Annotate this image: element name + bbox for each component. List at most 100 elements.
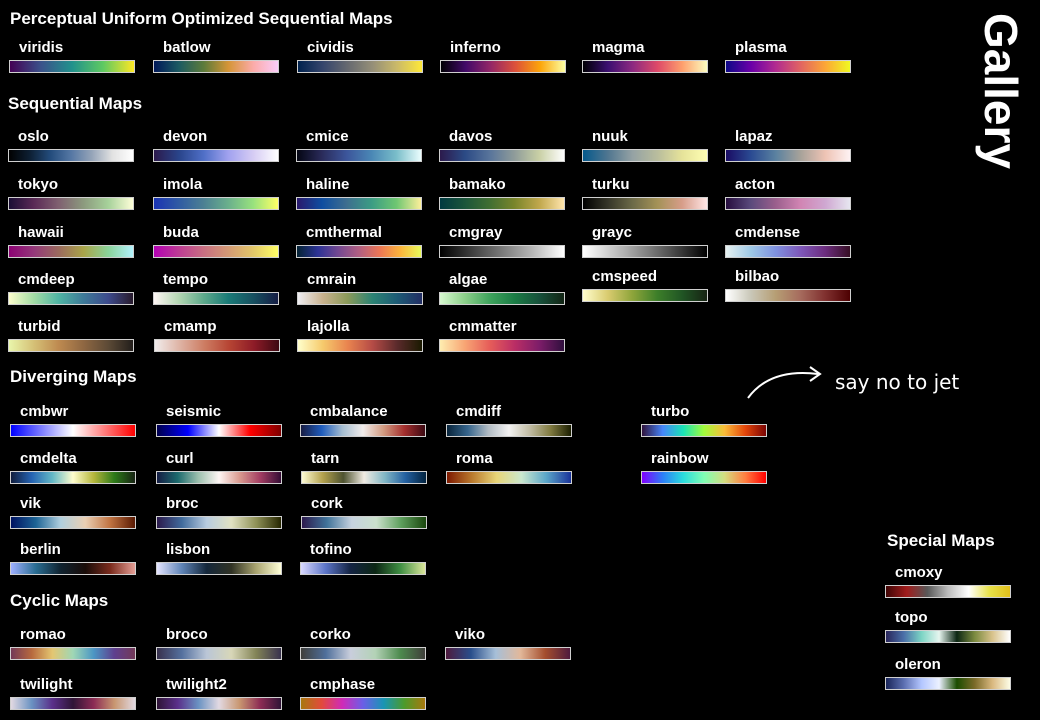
colormap-bar [297, 292, 423, 305]
colormap-cividis: cividis [297, 39, 423, 73]
curved-arrow-icon [747, 366, 822, 399]
colormap-label: cmbwr [20, 403, 69, 420]
colormap-cmdense: cmdense [725, 224, 851, 258]
colormap-bar [296, 197, 422, 210]
colormap-label: imola [163, 176, 203, 193]
colormap-bar [8, 149, 134, 162]
colormap-label: viridis [19, 39, 64, 56]
colormap-bar [439, 149, 565, 162]
colormap-cmice: cmice [296, 128, 422, 162]
colormap-label: tofino [310, 541, 352, 558]
colormap-bar [439, 292, 565, 305]
section-title-diverging: Diverging Maps [10, 367, 137, 386]
colormap-bar [439, 245, 565, 258]
colormap-turku: turku [582, 176, 708, 210]
colormap-cork: cork [301, 495, 427, 529]
colormap-lajolla: lajolla [297, 318, 423, 352]
colormap-oslo: oslo [8, 128, 134, 162]
colormap-label: topo [895, 609, 928, 626]
colormap-bar [885, 585, 1011, 598]
colormap-bamako: bamako [439, 176, 565, 210]
colormap-bar [156, 562, 282, 575]
colormap-bar [439, 339, 565, 352]
colormap-seismic: seismic [156, 403, 282, 437]
colormap-label: haline [306, 176, 350, 193]
annotation-text: say no to jet [835, 370, 960, 394]
colormap-bar [153, 292, 279, 305]
colormap-bar [582, 149, 708, 162]
colormap-broco: broco [156, 626, 282, 660]
colormap-bar [156, 424, 282, 437]
colormap-bar [582, 60, 708, 73]
colormap-label: inferno [450, 39, 501, 56]
colormap-label: cmthermal [306, 224, 382, 241]
colormap-bar [641, 424, 767, 437]
colormap-twilight2: twilight2 [156, 676, 282, 710]
colormap-tofino: tofino [300, 541, 426, 575]
colormap-viridis: viridis [9, 39, 135, 73]
colormap-bar [296, 149, 422, 162]
colormap-oleron: oleron [885, 656, 1011, 690]
colormap-cmrain: cmrain [297, 271, 423, 305]
colormap-bar [8, 197, 134, 210]
colormap-bar [156, 647, 282, 660]
colormap-label: viko [455, 626, 486, 643]
colormap-label: cmspeed [592, 268, 658, 285]
colormap-grayc: grayc [582, 224, 708, 258]
colormap-bar [10, 516, 136, 529]
colormap-label: grayc [592, 224, 633, 241]
colormap-bar [296, 245, 422, 258]
colormap-label: cmdense [735, 224, 801, 241]
colormap-buda: buda [153, 224, 279, 258]
colormap-bar [8, 292, 134, 305]
colormap-tokyo: tokyo [8, 176, 134, 210]
colormap-bar [156, 697, 282, 710]
colormap-bar [725, 60, 851, 73]
colormap-vik: vik [10, 495, 136, 529]
colormap-bar [439, 197, 565, 210]
colormap-cmdeep: cmdeep [8, 271, 134, 305]
colormap-bar [725, 245, 851, 258]
colormap-bar [446, 471, 572, 484]
colormap-cmthermal: cmthermal [296, 224, 422, 258]
colormap-label: cmdelta [20, 450, 77, 467]
colormap-label: tokyo [18, 176, 59, 193]
colormap-bar [725, 197, 851, 210]
colormap-label: nuuk [592, 128, 628, 145]
colormap-rainbow: rainbow [641, 450, 767, 484]
colormap-lapaz: lapaz [725, 128, 851, 162]
colormap-bar [445, 647, 571, 660]
colormap-bar [153, 197, 279, 210]
colormap-label: cmphase [310, 676, 376, 693]
colormap-cmdelta: cmdelta [10, 450, 136, 484]
colormap-bar [10, 562, 136, 575]
colormap-label: cmdeep [18, 271, 75, 288]
colormap-bar [8, 245, 134, 258]
colormap-label: batlow [163, 39, 211, 56]
colormap-topo: topo [885, 609, 1011, 643]
colormap-label: cmoxy [895, 564, 943, 581]
colormap-bar [153, 149, 279, 162]
colormap-corko: corko [300, 626, 426, 660]
colormap-label: cividis [307, 39, 354, 56]
colormap-davos: davos [439, 128, 565, 162]
colormap-twilight: twilight [10, 676, 136, 710]
colormap-roma: roma [446, 450, 572, 484]
colormap-algae: algae [439, 271, 565, 305]
colormap-bar [9, 60, 135, 73]
colormap-bar [156, 471, 282, 484]
colormap-label: broco [166, 626, 208, 643]
colormap-label: turbid [18, 318, 61, 335]
colormap-label: hawaii [18, 224, 64, 241]
colormap-label: roma [456, 450, 493, 467]
colormap-bar [641, 471, 767, 484]
section-title-cyclic: Cyclic Maps [10, 591, 109, 610]
colormap-label: cmgray [449, 224, 503, 241]
colormap-bar [153, 245, 279, 258]
colormap-label: lisbon [166, 541, 211, 558]
colormap-bar [885, 630, 1011, 643]
colormap-label: cmamp [164, 318, 217, 335]
colormap-label: devon [163, 128, 208, 145]
colormap-bar [153, 60, 279, 73]
colormap-turbo: turbo [641, 403, 767, 437]
